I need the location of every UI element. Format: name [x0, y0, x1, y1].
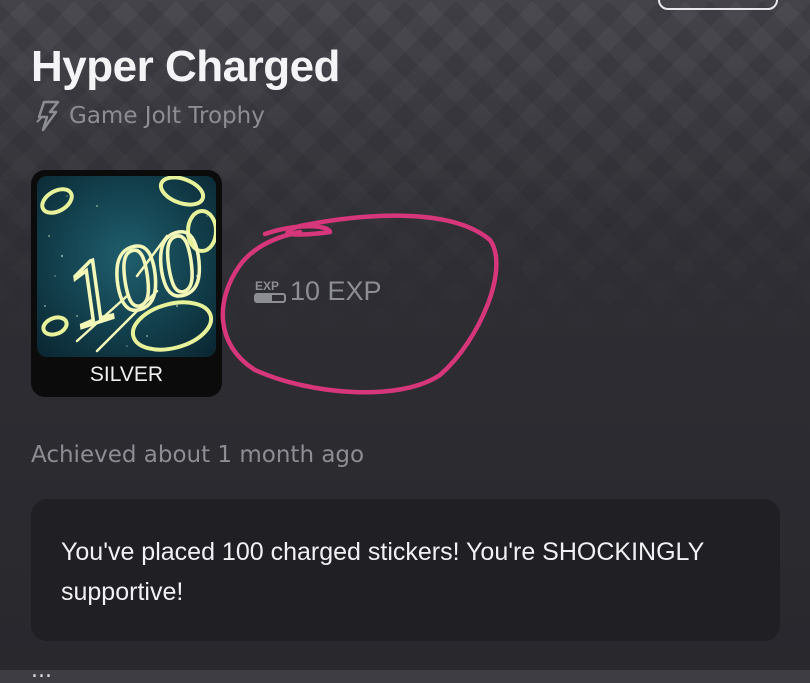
trophy-title: Hyper Charged — [31, 42, 340, 91]
trophy-type: Game Jolt Trophy — [33, 100, 265, 132]
trophy-image: 100 — [37, 176, 216, 357]
footer-partial-text: ... — [31, 658, 52, 683]
trophy-type-label: Game Jolt Trophy — [69, 103, 265, 129]
svg-text:EXP: EXP — [255, 279, 279, 293]
trophy-tier: SILVER — [89, 363, 164, 386]
exp-reward: EXP 10 EXP — [254, 276, 382, 307]
achieved-date: Achieved about 1 month ago — [31, 442, 365, 468]
top-right-button[interactable] — [658, 0, 778, 10]
lightning-bolt-icon — [36, 100, 60, 132]
exp-icon: EXP — [254, 279, 286, 303]
exp-value: 10 EXP — [290, 276, 382, 306]
trophy-card: 100 SILVER — [31, 170, 222, 397]
description-text: You've placed 100 charged stickers! You'… — [61, 538, 704, 606]
description-box: You've placed 100 charged stickers! You'… — [31, 499, 780, 641]
